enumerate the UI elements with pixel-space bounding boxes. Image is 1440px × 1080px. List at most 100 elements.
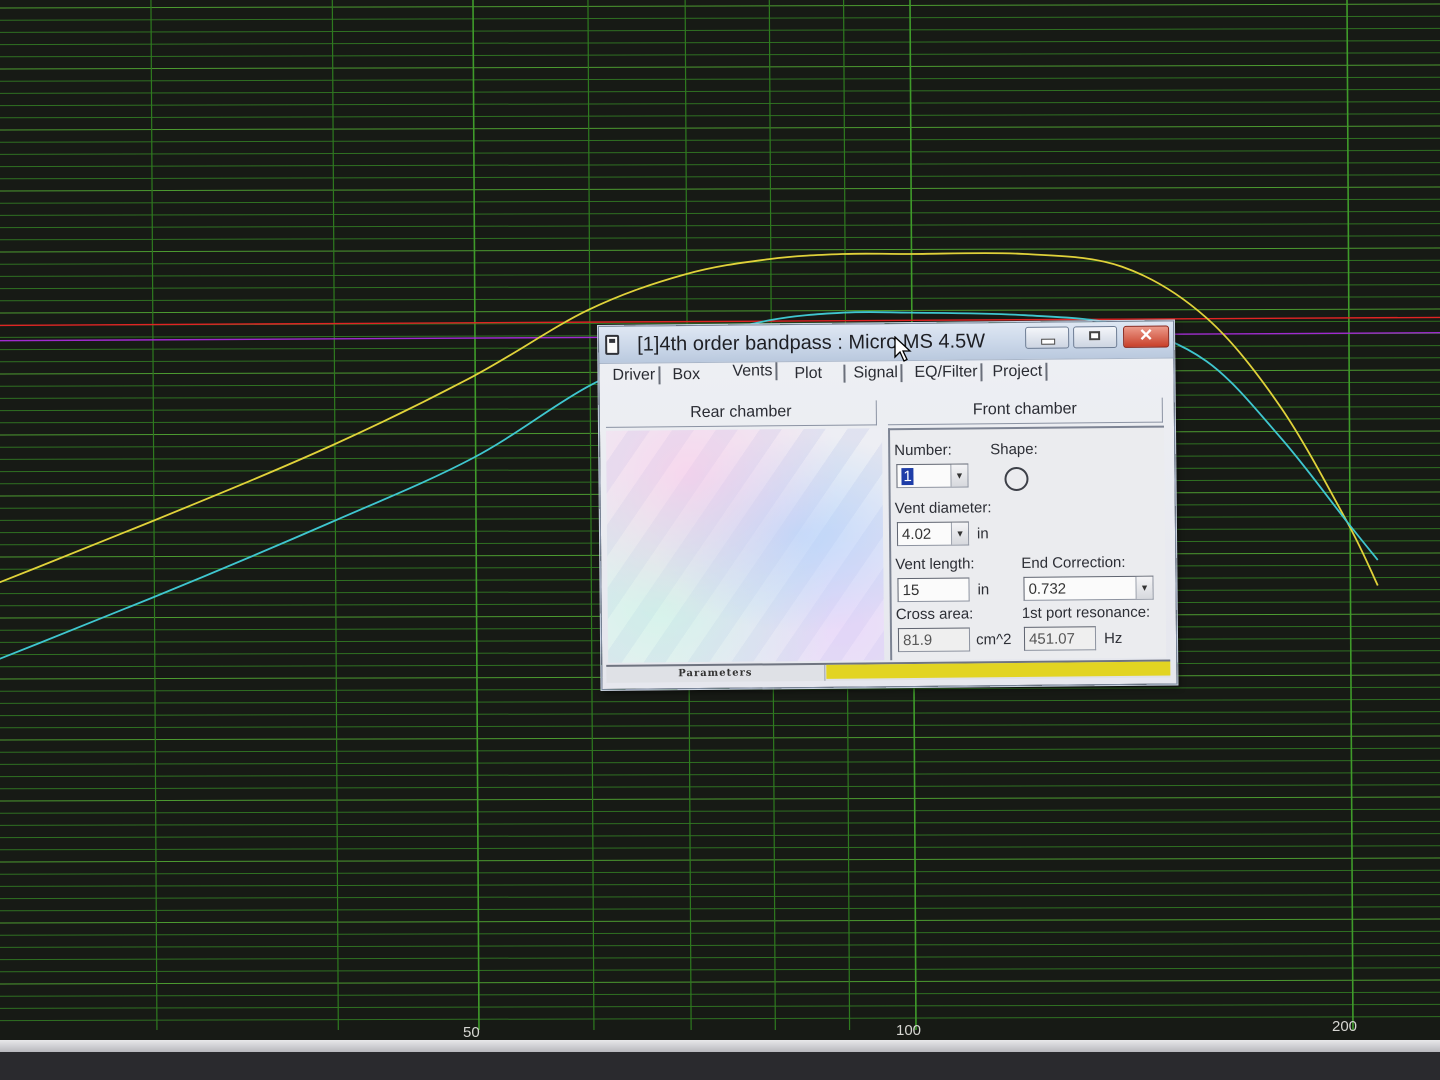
grid-line-horizontal	[0, 930, 1440, 936]
grid-line-vertical	[472, 0, 480, 1031]
grid-line-horizontal	[0, 967, 1440, 973]
vent-diameter-unit: in	[976, 525, 989, 543]
grid-line-horizontal	[0, 198, 1440, 204]
tab-eq-filter[interactable]: EQ/Filter	[911, 363, 983, 382]
grid-line-horizontal	[0, 27, 1440, 33]
chevron-down-icon[interactable]: ▼	[950, 522, 969, 545]
grid-line-horizontal	[0, 1003, 1440, 1009]
vent-length-value: 15	[902, 581, 920, 600]
grid-line-horizontal	[0, 284, 1440, 290]
vents-window[interactable]: [1]4th order bandpass : Micro MS 4.5W ✕ …	[598, 320, 1178, 690]
chevron-down-icon[interactable]: ▼	[950, 464, 968, 487]
grid-line-horizontal	[0, 942, 1440, 948]
minimize-button[interactable]	[1025, 326, 1070, 349]
minimize-icon	[1041, 338, 1056, 345]
cross-area-value: 81.9	[902, 631, 933, 650]
grid-line-vertical	[1346, 0, 1354, 1031]
tab-box[interactable]: Box	[669, 366, 703, 384]
number-value: 1	[901, 467, 914, 486]
grid-line-horizontal	[0, 271, 1440, 277]
grid-line-horizontal	[0, 40, 1440, 46]
grid-line-vertical	[587, 0, 595, 1031]
tab-driver[interactable]: Driver	[609, 366, 661, 385]
vent-length-label: Vent length:	[895, 555, 975, 574]
number-select[interactable]: 1 ▼	[896, 463, 969, 489]
cross-area-label: Cross area:	[895, 605, 974, 624]
grid-line-horizontal	[0, 247, 1440, 253]
round-vent-shape-icon[interactable]	[1004, 466, 1029, 492]
tab-project[interactable]: Project	[989, 362, 1048, 382]
front-chamber-tab[interactable]: Front chamber	[887, 397, 1163, 426]
grid-line-horizontal	[0, 906, 1440, 912]
grid-line-horizontal	[0, 820, 1440, 826]
grid-line-horizontal	[0, 101, 1440, 107]
grid-line-horizontal	[0, 64, 1440, 70]
end-correction-label: End Correction:	[1021, 553, 1126, 572]
grid-line-horizontal	[0, 881, 1440, 887]
grid-line-vertical	[331, 0, 339, 1031]
x-tick-label-100: 100	[896, 1022, 922, 1039]
monitor-bezel-edge	[0, 1040, 1440, 1052]
grid-line-horizontal	[0, 955, 1440, 961]
mouse-cursor-icon	[894, 336, 912, 362]
grid-line-horizontal	[0, 3, 1440, 9]
close-button[interactable]: ✕	[1123, 325, 1170, 348]
port-resonance-value: 451.07	[1028, 630, 1075, 648]
grid-line-horizontal	[0, 796, 1440, 802]
grid-line-horizontal	[0, 991, 1440, 997]
x-tick-label-50: 50	[463, 1024, 480, 1041]
grid-line-horizontal	[0, 88, 1440, 94]
grid-line-horizontal	[0, 137, 1440, 143]
front-chamber-panel: Number: Shape: 1 ▼ Vent diameter: 4.02 ▼…	[887, 425, 1167, 661]
grid-line-horizontal	[0, 845, 1440, 851]
grid-line-horizontal	[0, 223, 1440, 229]
grid-line-horizontal	[0, 174, 1440, 180]
status-progress-fill	[826, 661, 1171, 679]
grid-line-horizontal	[0, 894, 1440, 900]
chevron-down-icon[interactable]: ▼	[1135, 576, 1153, 599]
grid-line-horizontal	[0, 747, 1440, 753]
tab-vents[interactable]: Vents	[729, 362, 778, 381]
cross-area-unit: cm^2	[975, 631, 1012, 649]
grid-line-horizontal	[0, 759, 1440, 765]
status-label: Parameters	[606, 664, 826, 683]
grid-line-horizontal	[0, 210, 1440, 216]
tab-strip: Driver Box Vents Plot Signal EQ/Filter P…	[607, 362, 1167, 393]
monitor-bezel	[0, 1052, 1440, 1080]
grid-line-horizontal	[0, 918, 1440, 924]
grid-line-horizontal	[0, 869, 1440, 875]
grid-line-horizontal	[0, 808, 1440, 814]
maximize-button[interactable]	[1073, 326, 1118, 349]
vent-length-input[interactable]: 15	[897, 577, 970, 603]
port-resonance-field: 451.07	[1023, 626, 1097, 651]
tab-plot[interactable]: Plot	[791, 365, 825, 383]
grid-line-horizontal	[0, 979, 1440, 985]
tab-signal[interactable]: Signal	[843, 364, 904, 383]
shape-label: Shape:	[990, 440, 1038, 459]
vent-diameter-label: Vent diameter:	[894, 499, 992, 518]
grid-line-horizontal	[0, 235, 1440, 241]
end-correction-select[interactable]: 0.732 ▼	[1023, 575, 1154, 601]
vent-diameter-select[interactable]: 4.02 ▼	[896, 521, 970, 547]
grid-line-horizontal	[0, 1016, 1440, 1022]
port-resonance-label: 1st port resonance:	[1021, 603, 1151, 622]
grid-line-horizontal	[0, 259, 1440, 265]
end-correction-value: 0.732	[1028, 580, 1067, 598]
rear-chamber-panel	[606, 428, 885, 663]
title-bar[interactable]: [1]4th order bandpass : Micro MS 4.5W ✕	[599, 321, 1174, 364]
rear-chamber-tab[interactable]: Rear chamber	[605, 400, 877, 428]
cross-area-field: 81.9	[897, 627, 971, 653]
grid-line-horizontal	[0, 772, 1440, 778]
grid-line-horizontal	[0, 698, 1440, 704]
app-icon[interactable]	[605, 334, 620, 355]
grid-line-horizontal	[0, 296, 1440, 302]
grid-line-horizontal	[0, 76, 1440, 82]
port-resonance-unit: Hz	[1103, 629, 1123, 648]
grid-line-vertical	[150, 0, 158, 1031]
grid-line-horizontal	[0, 149, 1440, 155]
grid-line-horizontal	[0, 711, 1440, 717]
grid-line-horizontal	[0, 15, 1440, 21]
grid-line-horizontal	[0, 723, 1440, 729]
grid-line-horizontal	[0, 52, 1440, 58]
vent-diameter-value: 4.02	[901, 525, 932, 544]
